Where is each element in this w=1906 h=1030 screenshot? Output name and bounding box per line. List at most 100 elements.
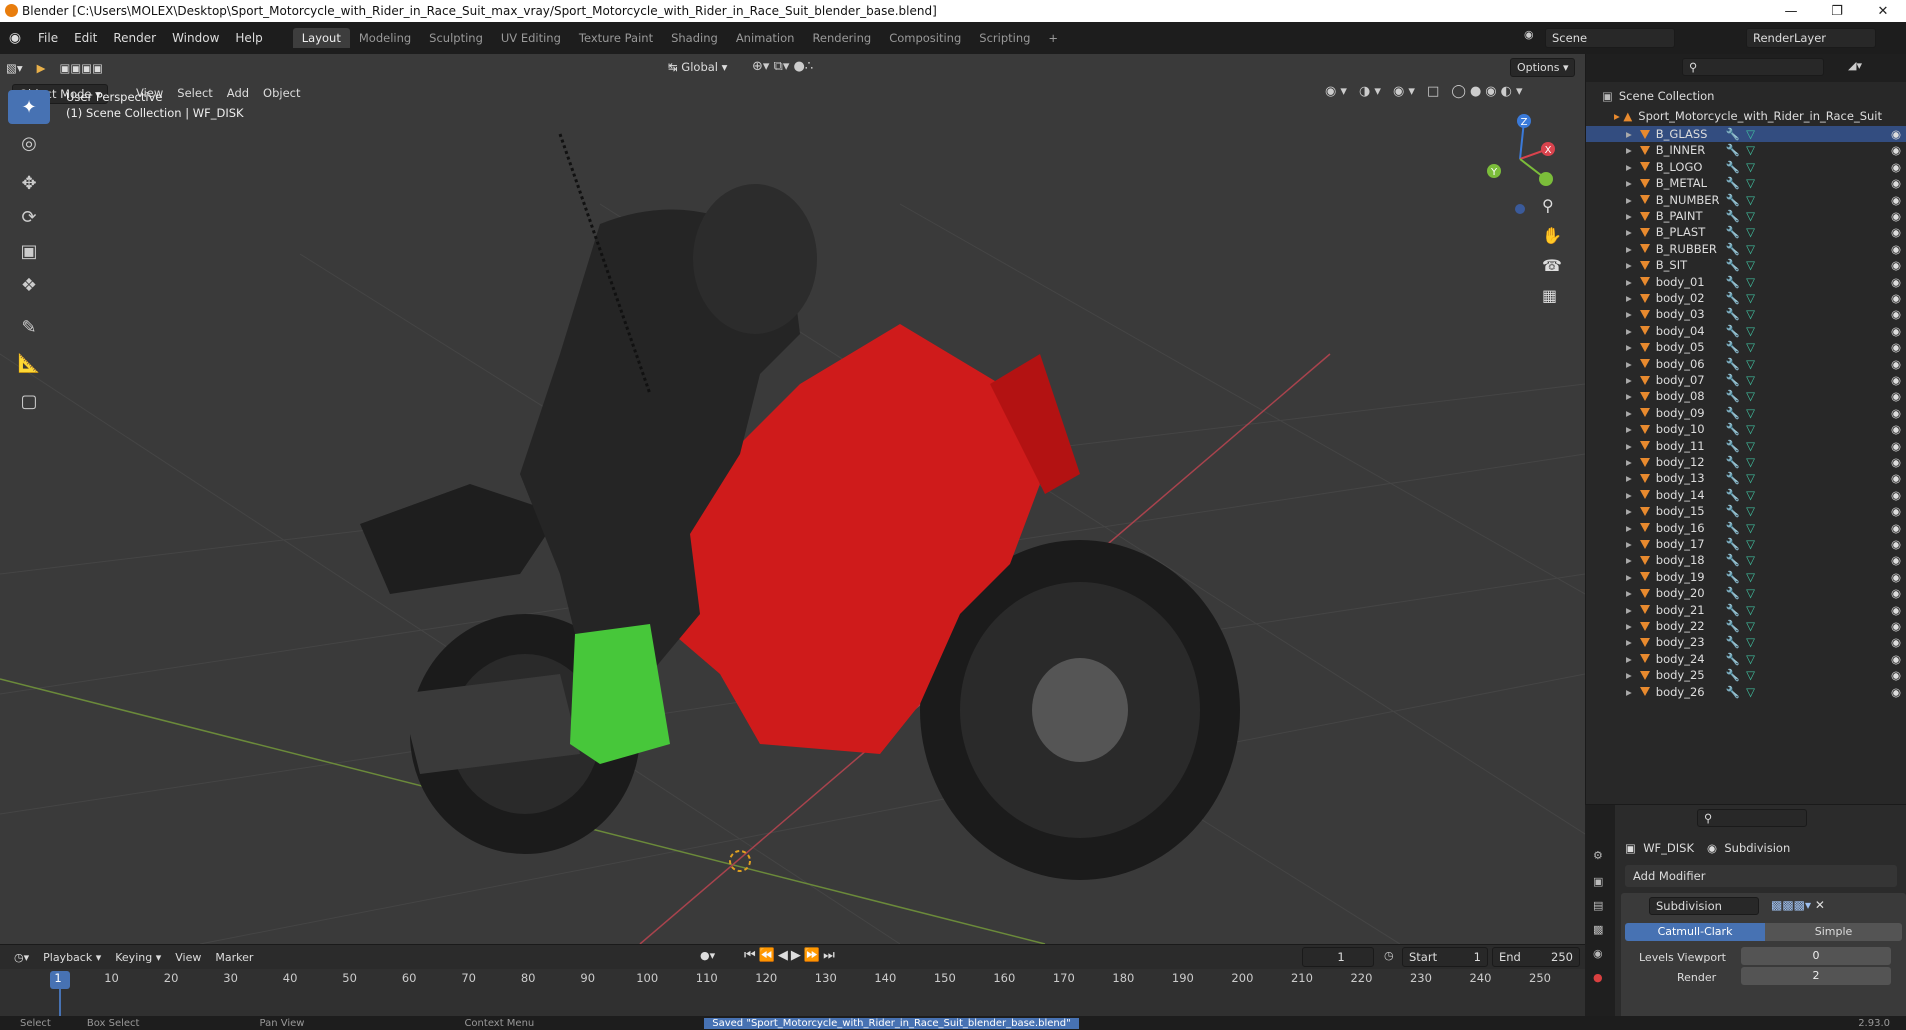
render-levels-field[interactable]: 2 [1741, 967, 1891, 985]
editor-type-icon[interactable]: ▧▾ [0, 59, 29, 77]
outliner-item[interactable]: ▸ B_INNER 🔧 ▽ ◉ [1586, 142, 1906, 158]
pan-hand-icon[interactable]: ✋ [1542, 226, 1562, 245]
visibility-eye-icon[interactable]: ◉ [1891, 619, 1901, 633]
outliner-item[interactable]: ▸ body_19 🔧 ▽ ◉ [1586, 569, 1906, 585]
mesh-data-icon[interactable]: ▽ [1746, 291, 1755, 305]
mesh-data-icon[interactable]: ▽ [1746, 586, 1755, 600]
zoom-icon[interactable]: ⚲ [1542, 196, 1554, 215]
tab-shading[interactable]: Shading [662, 28, 727, 48]
expand-arrow-icon[interactable]: ▸ [1626, 357, 1632, 371]
start-frame-field[interactable]: Start 1 [1402, 947, 1488, 967]
add-workspace-icon[interactable]: + [1039, 28, 1067, 48]
outliner-item[interactable]: ▸ body_03 🔧 ▽ ◉ [1586, 306, 1906, 322]
visibility-eye-icon[interactable]: ◉ [1891, 389, 1901, 403]
add-modifier-button[interactable]: Add Modifier [1625, 865, 1897, 887]
mesh-data-icon[interactable]: ▽ [1746, 488, 1755, 502]
scene-field[interactable]: Scene [1545, 28, 1675, 48]
visibility-eye-icon[interactable]: ◉ [1891, 160, 1901, 174]
tab-compositing[interactable]: Compositing [880, 28, 970, 48]
modifier-visibility-icons[interactable]: ▩▩▩▾ ✕ [1771, 898, 1825, 912]
visibility-eye-icon[interactable]: ◉ [1891, 307, 1901, 321]
tab-layout[interactable]: Layout [292, 28, 350, 48]
mesh-data-icon[interactable]: ▽ [1746, 553, 1755, 567]
expand-arrow-icon[interactable]: ▸ [1626, 619, 1632, 633]
mesh-data-icon[interactable]: ▽ [1746, 471, 1755, 485]
tab-rendering[interactable]: Rendering [803, 28, 880, 48]
outliner-item[interactable]: ▸ body_14 🔧 ▽ ◉ [1586, 487, 1906, 503]
mesh-data-icon[interactable]: ▽ [1746, 570, 1755, 584]
visibility-eye-icon[interactable]: ◉ [1891, 685, 1901, 699]
modifier-wrench-icon[interactable]: 🔧 [1726, 504, 1740, 518]
catmull-clark-button[interactable]: Catmull-Clark [1625, 923, 1765, 941]
visibility-eye-icon[interactable]: ◉ [1891, 586, 1901, 600]
expand-arrow-icon[interactable]: ▸ [1626, 291, 1632, 305]
options-dropdown[interactable]: Options ▾ [1510, 58, 1576, 77]
modifier-wrench-icon[interactable]: 🔧 [1726, 570, 1740, 584]
minimize-button[interactable]: — [1768, 0, 1814, 22]
outliner-search-input[interactable]: ⚲ [1682, 58, 1824, 76]
visibility-eye-icon[interactable]: ◉ [1891, 406, 1901, 420]
modifier-wrench-icon[interactable]: 🔧 [1726, 488, 1740, 502]
modifier-wrench-icon[interactable]: 🔧 [1726, 406, 1740, 420]
modifier-wrench-icon[interactable]: 🔧 [1726, 668, 1740, 682]
navigation-gizmo[interactable]: Z X Y [1480, 109, 1560, 239]
expand-arrow-icon[interactable]: ▸ [1626, 635, 1632, 649]
modifier-name-field[interactable]: Subdivision [1649, 897, 1759, 915]
expand-arrow-icon[interactable]: ▸ [1626, 455, 1632, 469]
mesh-data-icon[interactable]: ▽ [1746, 357, 1755, 371]
modifier-wrench-icon[interactable]: 🔧 [1726, 373, 1740, 387]
modifier-wrench-icon[interactable]: 🔧 [1726, 389, 1740, 403]
modifier-wrench-icon[interactable]: 🔧 [1726, 635, 1740, 649]
outliner-item[interactable]: ▸ B_NUMBER 🔧 ▽ ◉ [1586, 192, 1906, 208]
render-tab-icon[interactable]: ▣ [1593, 875, 1603, 888]
expand-arrow-icon[interactable]: ▸ [1626, 652, 1632, 666]
visibility-eye-icon[interactable]: ◉ [1891, 176, 1901, 190]
visibility-eye-icon[interactable]: ◉ [1891, 291, 1901, 305]
timeline-menu-keying[interactable]: Keying ▾ [109, 949, 167, 966]
modifier-wrench-icon[interactable]: 🔧 [1726, 143, 1740, 157]
visibility-eye-icon[interactable]: ◉ [1891, 242, 1901, 256]
outliner-item[interactable]: ▸ body_08 🔧 ▽ ◉ [1586, 388, 1906, 404]
modifier-wrench-icon[interactable]: 🔧 [1726, 307, 1740, 321]
outliner-item[interactable]: ▸ body_15 🔧 ▽ ◉ [1586, 503, 1906, 519]
mesh-data-icon[interactable]: ▽ [1746, 225, 1755, 239]
viewport-menu-object[interactable]: Object [257, 84, 306, 102]
outliner-collection[interactable]: ▸ ▲ Sport_Motorcycle_with_Rider_in_Race_S… [1586, 106, 1906, 126]
shading-mode-icons[interactable]: ◉▾ ◑▾ ◉▾ □ ◯●◉◐▾ [1325, 84, 1527, 99]
tab-scripting[interactable]: Scripting [970, 28, 1039, 48]
tool-select-box-icon[interactable]: ✦ [8, 90, 50, 124]
output-tab-icon[interactable]: ▤ [1593, 899, 1603, 912]
expand-arrow-icon[interactable]: ▸ [1626, 537, 1632, 551]
levels-viewport-field[interactable]: 0 [1741, 947, 1891, 965]
mesh-data-icon[interactable]: ▽ [1746, 176, 1755, 190]
expand-arrow-icon[interactable]: ▸ [1626, 504, 1632, 518]
modifier-wrench-icon[interactable]: 🔧 [1726, 324, 1740, 338]
menu-file[interactable]: File [30, 31, 66, 45]
mesh-data-icon[interactable]: ▽ [1746, 668, 1755, 682]
modifier-wrench-icon[interactable]: 🔧 [1726, 537, 1740, 551]
visibility-eye-icon[interactable]: ◉ [1891, 127, 1901, 141]
modifier-wrench-icon[interactable]: 🔧 [1726, 455, 1740, 469]
expand-arrow-icon[interactable]: ▸ [1626, 603, 1632, 617]
visibility-eye-icon[interactable]: ◉ [1891, 603, 1901, 617]
outliner-item[interactable]: ▸ body_10 🔧 ▽ ◉ [1586, 421, 1906, 437]
filter-icon[interactable]: ◢▾ [1848, 59, 1862, 72]
outliner-item[interactable]: ▸ B_PAINT 🔧 ▽ ◉ [1586, 208, 1906, 224]
mesh-data-icon[interactable]: ▽ [1746, 406, 1755, 420]
outliner-item[interactable]: ▸ body_24 🔧 ▽ ◉ [1586, 651, 1906, 667]
expand-arrow-icon[interactable]: ▸ [1626, 340, 1632, 354]
expand-arrow-icon[interactable]: ▸ [1626, 422, 1632, 436]
tab-animation[interactable]: Animation [727, 28, 804, 48]
tool-tab-icon[interactable]: ⚙ [1593, 849, 1603, 862]
timeline-menu-view[interactable]: View [169, 949, 207, 966]
mesh-data-icon[interactable]: ▽ [1746, 521, 1755, 535]
menu-window[interactable]: Window [164, 31, 227, 45]
expand-arrow-icon[interactable]: ▸ [1626, 521, 1632, 535]
record-button[interactable]: ●▾ [700, 949, 715, 962]
modifier-wrench-icon[interactable]: 🔧 [1726, 521, 1740, 535]
expand-arrow-icon[interactable]: ▸ [1626, 275, 1632, 289]
outliner-item[interactable]: ▸ body_04 🔧 ▽ ◉ [1586, 323, 1906, 339]
expand-arrow-icon[interactable]: ▸ [1626, 209, 1632, 223]
mesh-data-icon[interactable]: ▽ [1746, 652, 1755, 666]
tool-transform-icon[interactable]: ❖ [8, 268, 50, 302]
